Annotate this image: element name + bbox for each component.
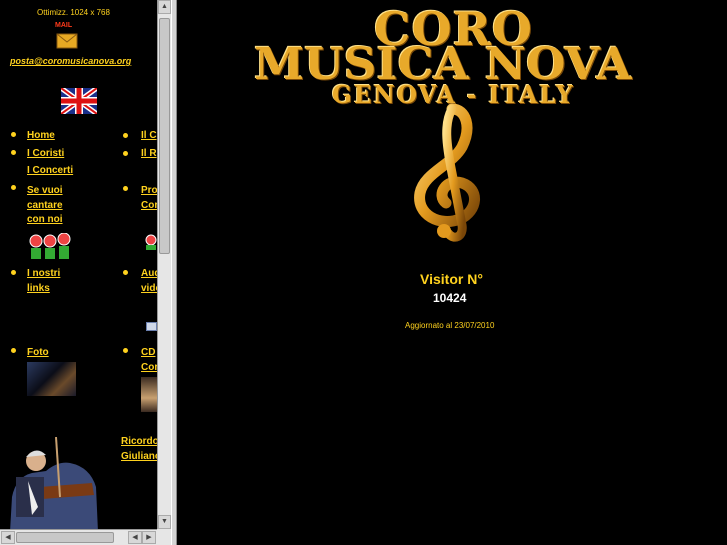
scroll-up-icon[interactable]: ▲ [158, 0, 171, 14]
envelope-icon [56, 33, 78, 49]
violinist-photo [10, 437, 98, 529]
nav-coristi[interactable]: I Coristi [27, 145, 64, 162]
uk-flag-icon[interactable] [61, 88, 97, 114]
nav-home[interactable]: Home [27, 127, 55, 144]
bullet-icon [11, 348, 16, 353]
scroll-corner [157, 529, 171, 545]
vertical-scrollbar[interactable]: ▲ ▼ [157, 0, 171, 529]
nav-col2-4[interactable]: Cor [141, 197, 157, 214]
bullet-icon [123, 133, 128, 138]
nav-col2-1[interactable]: Il C [141, 127, 157, 144]
nav-col2-6[interactable]: vide [141, 280, 157, 297]
nav-col2-8[interactable]: Cor [141, 359, 157, 376]
nav-col2-2[interactable]: Il R [141, 145, 157, 162]
scrollbar-thumb[interactable] [16, 532, 114, 543]
bullet-icon [123, 186, 128, 191]
main-frame: CORO MUSICA NOVA GENOVA - ITALY Visitor … [177, 0, 727, 545]
bullet-icon [11, 150, 16, 155]
scroll-right-icon[interactable]: ▶ [142, 531, 156, 544]
optimized-note: Ottimizz. 1024 x 768 [37, 8, 110, 17]
foto-thumbnail[interactable] [27, 362, 76, 396]
mail-label: MAIL [55, 22, 73, 29]
nav-cantare-3[interactable]: con noi [27, 211, 63, 228]
bullet-icon [123, 151, 128, 156]
bullet-icon [11, 270, 16, 275]
mail-icon[interactable]: MAIL [55, 22, 79, 50]
scroll-left-icon[interactable]: ◀ [1, 531, 15, 544]
singers-icon [29, 233, 71, 259]
singers-icon [145, 234, 157, 250]
horizontal-scrollbar[interactable]: ◀ ◀ ▶ [0, 529, 157, 545]
nav-giuliano[interactable]: Giuliano [121, 448, 157, 465]
bullet-icon [11, 185, 16, 190]
scroll-left-icon[interactable]: ◀ [128, 531, 142, 544]
scroll-down-icon[interactable]: ▼ [158, 515, 171, 529]
nav-links-2[interactable]: links [27, 280, 50, 297]
bullet-icon [123, 348, 128, 353]
nav-concerti[interactable]: I Concerti [27, 162, 73, 179]
media-icon[interactable] [146, 322, 157, 331]
visitor-counter: 10424 [433, 291, 467, 305]
updated-note: Aggiornato al 23/07/2010 [405, 321, 495, 330]
scrollbar-thumb[interactable] [159, 18, 170, 254]
email-link[interactable]: posta@coromusicanova.org [10, 53, 131, 70]
nav-foto[interactable]: Foto [27, 344, 49, 361]
navigation-frame: Ottimizz. 1024 x 768 MAIL posta@coromusi… [0, 0, 157, 529]
cd-thumbnail[interactable] [141, 377, 157, 412]
bullet-icon [11, 132, 16, 137]
treble-clef-icon [414, 103, 480, 242]
visitor-label: Visitor N° [420, 271, 483, 287]
bullet-icon [123, 270, 128, 275]
